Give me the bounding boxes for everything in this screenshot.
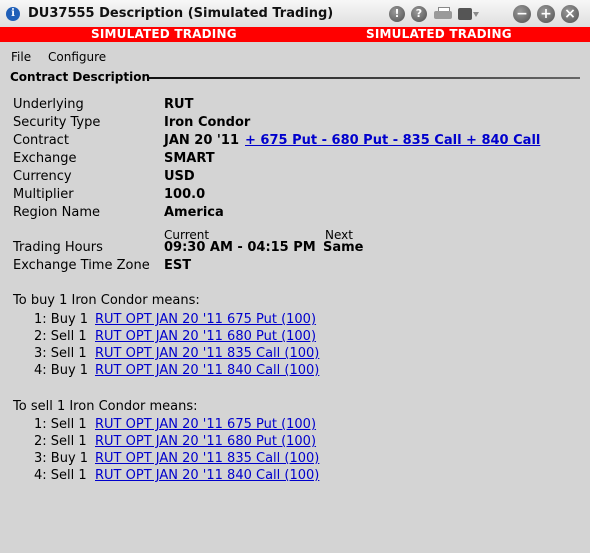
region-value: America bbox=[164, 205, 224, 220]
currency-label: Currency bbox=[13, 169, 72, 184]
next-hours-value: Same bbox=[323, 240, 364, 255]
contract-label: Contract bbox=[13, 133, 69, 148]
exchange-value: SMART bbox=[164, 151, 215, 166]
sell-leg-action: 2: Sell 1 bbox=[34, 434, 87, 449]
panel-header: Contract Description bbox=[10, 70, 150, 84]
help-icon[interactable]: ? bbox=[411, 6, 427, 22]
window-title: DU37555 Description (Simulated Trading) bbox=[28, 6, 334, 21]
sell-leg-link[interactable]: RUT OPT JAN 20 '11 680 Put (100) bbox=[95, 434, 316, 449]
timezone-value: EST bbox=[164, 258, 192, 273]
security-type-label: Security Type bbox=[13, 115, 101, 130]
sell-leg-row: 2: Sell 1 RUT OPT JAN 20 '11 680 Put (10… bbox=[34, 434, 316, 449]
buy-leg-row: 4: Buy 1 RUT OPT JAN 20 '11 840 Call (10… bbox=[34, 363, 319, 378]
contract-legs-link[interactable]: + 675 Put - 680 Put - 835 Call + 840 Cal… bbox=[245, 133, 540, 148]
buy-leg-link[interactable]: RUT OPT JAN 20 '11 840 Call (100) bbox=[95, 363, 319, 378]
buy-leg-action: 1: Buy 1 bbox=[34, 312, 89, 327]
sell-leg-action: 4: Sell 1 bbox=[34, 468, 87, 483]
alert-icon[interactable]: ! bbox=[389, 6, 405, 22]
buy-intro-text: To buy 1 Iron Condor means: bbox=[13, 293, 200, 308]
title-bar: i DU37555 Description (Simulated Trading… bbox=[0, 0, 590, 29]
banner-left-text: SIMULATED TRADING bbox=[91, 27, 237, 41]
region-label: Region Name bbox=[13, 205, 100, 220]
sell-leg-action: 3: Buy 1 bbox=[34, 451, 89, 466]
underlying-value: RUT bbox=[164, 97, 194, 112]
sell-leg-action: 1: Sell 1 bbox=[34, 417, 87, 432]
close-button[interactable]: × bbox=[561, 5, 579, 23]
sell-leg-link[interactable]: RUT OPT JAN 20 '11 675 Put (100) bbox=[95, 417, 316, 432]
maximize-button[interactable]: + bbox=[537, 5, 555, 23]
buy-leg-link[interactable]: RUT OPT JAN 20 '11 680 Put (100) bbox=[95, 329, 316, 344]
trading-hours-label: Trading Hours bbox=[13, 240, 103, 255]
menu-file[interactable]: File bbox=[11, 50, 31, 64]
buy-leg-action: 2: Sell 1 bbox=[34, 329, 87, 344]
buy-leg-link[interactable]: RUT OPT JAN 20 '11 675 Put (100) bbox=[95, 312, 316, 327]
buy-leg-row: 2: Sell 1 RUT OPT JAN 20 '11 680 Put (10… bbox=[34, 329, 316, 344]
print-icon[interactable] bbox=[434, 7, 452, 21]
sell-leg-link[interactable]: RUT OPT JAN 20 '11 840 Call (100) bbox=[95, 468, 319, 483]
sell-leg-row: 4: Sell 1 RUT OPT JAN 20 '11 840 Call (1… bbox=[34, 468, 319, 483]
sell-leg-link[interactable]: RUT OPT JAN 20 '11 835 Call (100) bbox=[95, 451, 319, 466]
sell-leg-row: 3: Buy 1 RUT OPT JAN 20 '11 835 Call (10… bbox=[34, 451, 319, 466]
layout-dropdown-icon[interactable] bbox=[458, 6, 480, 22]
sell-leg-row: 1: Sell 1 RUT OPT JAN 20 '11 675 Put (10… bbox=[34, 417, 316, 432]
menu-bar: File Configure bbox=[0, 48, 590, 66]
current-hours-value: 09:30 AM - 04:15 PM bbox=[164, 240, 316, 255]
currency-value: USD bbox=[164, 169, 195, 184]
exchange-label: Exchange bbox=[13, 151, 77, 166]
multiplier-value: 100.0 bbox=[164, 187, 206, 202]
buy-leg-row: 1: Buy 1 RUT OPT JAN 20 '11 675 Put (100… bbox=[34, 312, 316, 327]
header-divider bbox=[148, 77, 580, 79]
banner-right-text: SIMULATED TRADING bbox=[366, 27, 512, 41]
buy-leg-action: 3: Sell 1 bbox=[34, 346, 87, 361]
underlying-label: Underlying bbox=[13, 97, 84, 112]
security-type-value: Iron Condor bbox=[164, 115, 251, 130]
contract-expiry-value: JAN 20 '11 bbox=[164, 133, 239, 148]
buy-leg-link[interactable]: RUT OPT JAN 20 '11 835 Call (100) bbox=[95, 346, 319, 361]
buy-leg-action: 4: Buy 1 bbox=[34, 363, 89, 378]
timezone-label: Exchange Time Zone bbox=[13, 258, 150, 273]
simulated-trading-banner: SIMULATED TRADING SIMULATED TRADING bbox=[0, 27, 590, 42]
sell-intro-text: To sell 1 Iron Condor means: bbox=[13, 399, 198, 414]
buy-leg-row: 3: Sell 1 RUT OPT JAN 20 '11 835 Call (1… bbox=[34, 346, 319, 361]
info-icon: i bbox=[6, 7, 20, 21]
minimize-button[interactable]: − bbox=[513, 5, 531, 23]
menu-configure[interactable]: Configure bbox=[48, 50, 106, 64]
multiplier-label: Multiplier bbox=[13, 187, 74, 202]
